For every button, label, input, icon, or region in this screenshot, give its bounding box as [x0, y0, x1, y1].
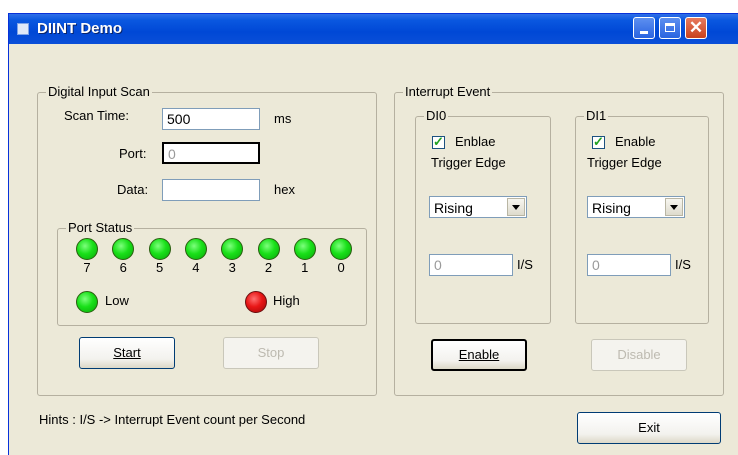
- di0-enable-label: Enblae: [455, 134, 496, 149]
- group-legend: Interrupt Event: [403, 84, 493, 99]
- port-bit-2-led-icon: [257, 238, 280, 260]
- low-legend-led-icon: [76, 291, 98, 313]
- chevron-down-icon[interactable]: [665, 198, 683, 216]
- di1-edge-select[interactable]: Rising: [587, 196, 685, 218]
- start-button[interactable]: Start: [79, 337, 175, 369]
- stop-button-label: Stop: [257, 345, 285, 360]
- data-label: Data:: [117, 182, 149, 197]
- di1-edge-value: Rising: [592, 200, 631, 216]
- data-input[interactable]: [162, 179, 260, 201]
- di1-enable-label: Enable: [615, 134, 656, 149]
- data-unit: hex: [274, 182, 295, 197]
- port-bit-7-led-icon: [76, 238, 98, 260]
- dialog-window: DIINT Demo ✕ Digital Input Scan Scan Tim…: [8, 13, 738, 455]
- port-bit-label: 4: [192, 260, 200, 275]
- disable-button[interactable]: Disable: [591, 339, 687, 371]
- port-bit-4-led-icon: [184, 238, 207, 260]
- port-bit-label: 0: [337, 260, 345, 275]
- di0-edge-value: Rising: [434, 200, 473, 216]
- di1-unit: I/S: [675, 257, 691, 272]
- port-bit-label: 5: [155, 260, 164, 275]
- port-bit-label: 2: [264, 260, 273, 275]
- exit-button-label: Exit: [638, 420, 660, 435]
- di1-trigger-label: Trigger Edge: [587, 155, 662, 170]
- exit-button[interactable]: Exit: [577, 412, 721, 444]
- chevron-down-icon[interactable]: [507, 198, 525, 216]
- group-legend: Digital Input Scan: [46, 84, 152, 99]
- minimize-icon[interactable]: [633, 17, 655, 39]
- di0-enable-checkbox[interactable]: [432, 134, 445, 150]
- di0-count-field[interactable]: 0: [429, 254, 513, 276]
- window-title: DIINT Demo: [37, 20, 123, 37]
- port-bit-label: 7: [83, 260, 91, 275]
- close-button[interactable]: ✕: [685, 17, 707, 39]
- di0-trigger-label: Trigger Edge: [431, 155, 506, 170]
- port-label: Port:: [119, 146, 147, 161]
- di1-count-field[interactable]: 0: [587, 254, 671, 276]
- scan-time-unit: ms: [274, 111, 292, 126]
- port-status-group: Port Status: [57, 220, 367, 326]
- port-bit-5-led-icon: [148, 238, 171, 260]
- port-bit-label: 6: [119, 260, 127, 275]
- enable-button[interactable]: Enable: [431, 339, 527, 371]
- close-icon: ✕: [688, 18, 704, 37]
- hint-text: Hints : I/S -> Interrupt Event count per…: [39, 412, 306, 427]
- high-legend-led-icon: [245, 291, 267, 313]
- high-legend-label: High: [273, 293, 300, 308]
- port-bit-0-led-icon: [330, 238, 353, 260]
- di0-unit: I/S: [517, 257, 533, 272]
- port-bit-1-led-icon: [293, 238, 316, 260]
- di1-enable-checkbox[interactable]: [592, 134, 605, 150]
- port-bit-label: 1: [301, 260, 309, 275]
- enable-button-label: Enable: [458, 347, 500, 362]
- port-input[interactable]: 0: [162, 142, 260, 164]
- disable-button-label: Disable: [617, 347, 661, 362]
- di0-edge-select[interactable]: Rising: [429, 196, 527, 218]
- port-bit-label: 3: [228, 260, 236, 275]
- maximize-icon[interactable]: [659, 17, 681, 39]
- app-icon[interactable]: [17, 23, 29, 35]
- low-legend-label: Low: [105, 293, 129, 308]
- stop-button[interactable]: Stop: [223, 337, 319, 369]
- group-legend: DI1: [584, 108, 609, 123]
- start-button-label: Start: [113, 345, 141, 360]
- scan-time-input[interactable]: 500: [162, 108, 260, 130]
- scan-time-label: Scan Time:: [64, 108, 130, 123]
- title-bar[interactable]: DIINT Demo ✕: [9, 14, 738, 44]
- group-legend: Port Status: [66, 220, 135, 235]
- group-legend: DI0: [424, 108, 449, 123]
